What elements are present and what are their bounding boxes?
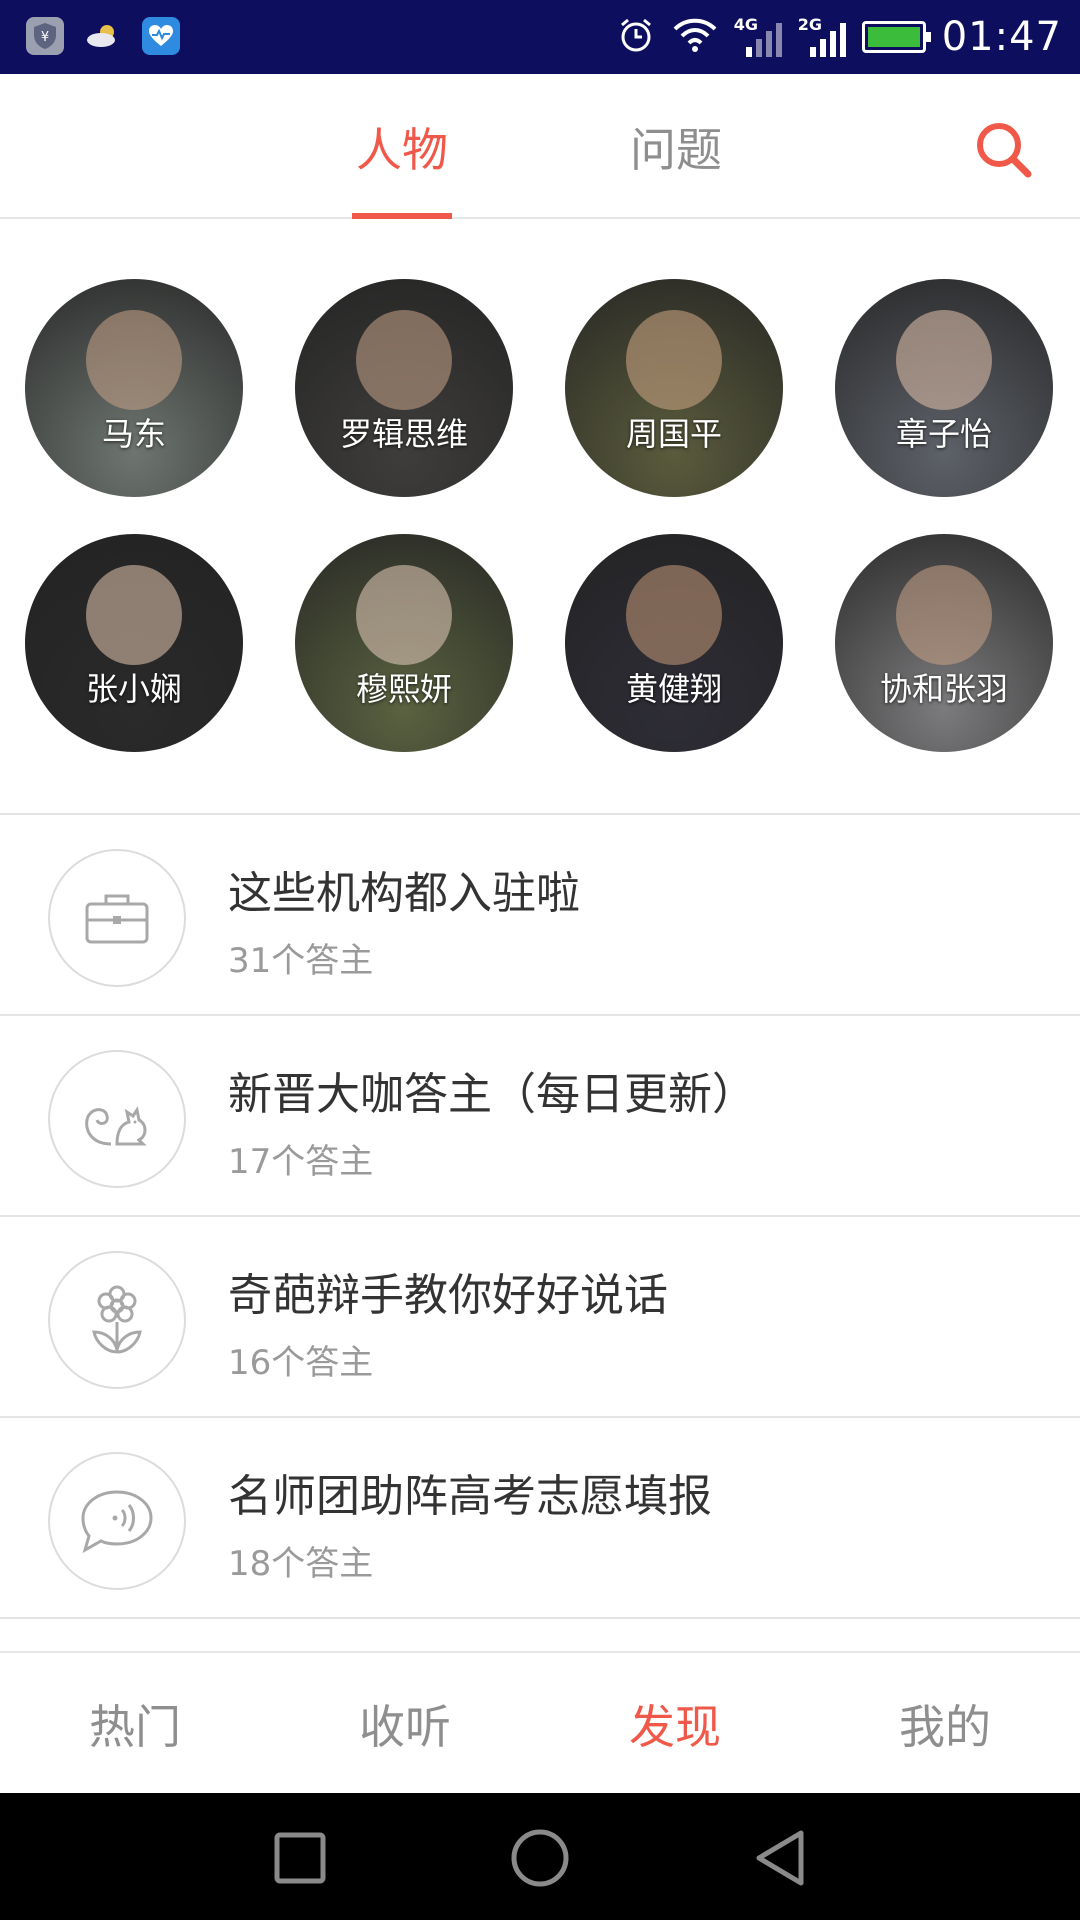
avatar (896, 309, 992, 410)
nav-listen[interactable]: 收听 (270, 1653, 540, 1795)
person-name: 章子怡 (895, 415, 992, 453)
category-item[interactable]: 名师团助阵高考志愿填报 18个答主 (0, 1418, 1080, 1618)
shield-app-icon: ¥ (26, 17, 64, 55)
system-nav-bar (0, 1793, 1080, 1920)
category-count: 16个答主 (228, 1343, 374, 1383)
status-bar-left: ¥ (26, 17, 180, 55)
battery-icon (861, 21, 931, 53)
person-card[interactable]: 穆熙妍 (295, 534, 513, 752)
flower-icon (48, 1251, 186, 1389)
person-card[interactable]: 章子怡 (835, 279, 1053, 497)
person-name: 周国平 (625, 415, 722, 453)
avatar (86, 564, 182, 665)
status-bar: ¥ 4G 2G 01:47 (0, 0, 1080, 74)
tab-people[interactable]: 人物 (352, 74, 452, 219)
person-card[interactable]: 罗辑思维 (295, 279, 513, 497)
nav-label: 发现 (629, 1700, 721, 1754)
person-card[interactable]: 黄健翔 (565, 534, 783, 752)
avatar (626, 564, 722, 665)
category-count: 18个答主 (228, 1544, 374, 1584)
squirrel-icon (48, 1050, 186, 1188)
avatar (86, 309, 182, 410)
tab-label: 问题 (630, 122, 722, 177)
avatar (896, 564, 992, 665)
person-name: 协和张羽 (879, 670, 1008, 708)
category-item[interactable]: 新晋大咖答主（每日更新） 17个答主 (0, 1016, 1080, 1216)
avatar (626, 309, 722, 410)
person-name: 黄健翔 (625, 670, 722, 708)
person-card[interactable]: 协和张羽 (835, 534, 1053, 752)
signal-2g-icon: 2G (798, 15, 846, 59)
list-divider (0, 1617, 1080, 1619)
clock: 01:47 (941, 14, 1062, 60)
nav-hot[interactable]: 热门 (0, 1653, 270, 1795)
person-card[interactable]: 张小娴 (25, 534, 243, 752)
nav-discover[interactable]: 发现 (540, 1653, 810, 1795)
category-item[interactable]: 奇葩辩手教你好好说话 16个答主 (0, 1217, 1080, 1417)
nav-mine[interactable]: 我的 (810, 1653, 1080, 1795)
category-item[interactable]: 这些机构都入驻啦 31个答主 (0, 815, 1080, 1015)
person-name: 罗辑思维 (339, 415, 468, 453)
person-card[interactable]: 周国平 (565, 279, 783, 497)
person-name: 马东 (101, 415, 166, 453)
person-name: 穆熙妍 (355, 670, 452, 708)
signal-4g-icon: 4G (734, 15, 782, 59)
tab-questions[interactable]: 问题 (626, 74, 726, 219)
home-icon[interactable] (505, 1823, 575, 1893)
category-count: 31个答主 (228, 941, 374, 981)
briefcase-icon (48, 849, 186, 987)
status-bar-right: 4G 2G 01:47 (616, 10, 1062, 64)
health-app-icon (142, 17, 180, 55)
alarm-icon (616, 15, 656, 59)
person-card[interactable]: 马东 (25, 279, 243, 497)
nav-label: 我的 (899, 1700, 991, 1754)
avatar (356, 309, 452, 410)
wifi-icon (672, 15, 718, 59)
cloud-icon (84, 17, 122, 55)
speech-bubble-icon (48, 1452, 186, 1590)
nav-label: 收听 (359, 1700, 451, 1754)
category-title: 新晋大咖答主（每日更新） (228, 1069, 756, 1120)
avatar (356, 564, 452, 665)
svg-text:¥: ¥ (41, 30, 49, 45)
category-title: 名师团助阵高考志愿填报 (228, 1471, 712, 1522)
top-tab-bar: 人物 问题 (0, 74, 1080, 219)
tab-label: 人物 (356, 122, 448, 177)
bottom-nav: 热门 收听 发现 我的 (0, 1651, 1080, 1793)
recent-apps-icon[interactable] (265, 1823, 335, 1893)
person-name: 张小娴 (85, 670, 182, 708)
category-count: 17个答主 (228, 1142, 374, 1182)
category-title: 这些机构都入驻啦 (228, 868, 580, 919)
category-title: 奇葩辩手教你好好说话 (228, 1270, 668, 1321)
nav-label: 热门 (89, 1700, 181, 1754)
people-grid: 马东 罗辑思维 周国平 章子怡 张小娴 穆熙妍 黄健翔 协和张羽 (0, 219, 1080, 813)
search-icon[interactable] (972, 118, 1036, 182)
back-icon[interactable] (745, 1823, 815, 1893)
